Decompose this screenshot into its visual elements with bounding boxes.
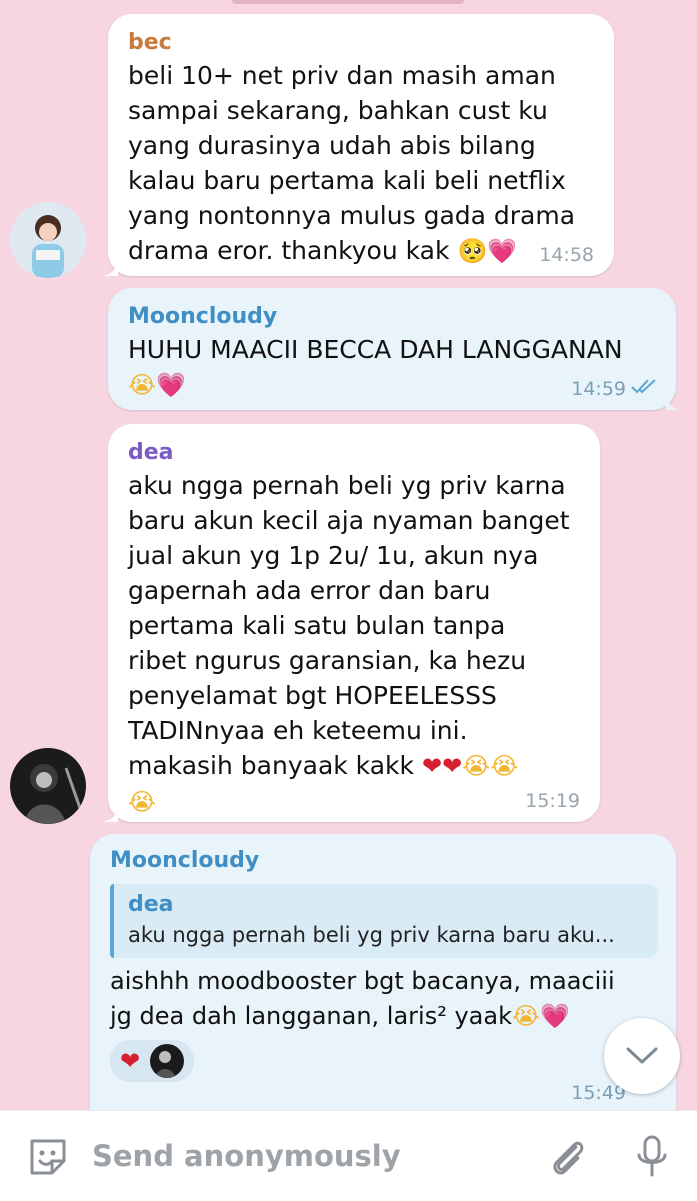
quote-text: aku ngga pernah beli yg priv karna baru …	[128, 923, 615, 947]
top-handle	[232, 0, 464, 4]
message-text: makasih banyaak kakk	[128, 751, 414, 780]
message-line: jg dea dah langganan, laris² yaak😭💗	[110, 999, 658, 1034]
message-line: HUHU MAACII BECCA DAH LANGGANAN	[128, 335, 623, 364]
message-line: TADINnyaa eh keteemu ini.	[128, 716, 468, 745]
message-line: aku ngga pernah beli yg priv karna	[128, 471, 566, 500]
crying-face-emoji: 😭	[511, 1002, 541, 1030]
bubble-tail	[100, 804, 118, 822]
avatar-bec[interactable]	[10, 202, 86, 278]
message-time: 15:19	[525, 790, 580, 812]
chevron-down-icon	[626, 1047, 658, 1064]
crying-face-emoji: 😭	[462, 752, 491, 780]
message-line: 😭💗	[128, 367, 623, 403]
message-line: yang durasinya udah abis bilang	[128, 131, 536, 160]
message-text: jg dea dah langganan, laris² yaak	[110, 1002, 512, 1030]
message-bubble-mooncloudy-reply[interactable]: Mooncloudy dea aku ngga pernah beli yg p…	[90, 834, 676, 1110]
message-line: baru akun kecil aja nyaman banget	[128, 506, 570, 535]
sender-name[interactable]: Mooncloudy	[110, 846, 658, 876]
message-text: drama eror. thankyou kak	[128, 236, 450, 265]
double-check-icon	[630, 378, 658, 398]
message-time: 14:59	[571, 378, 626, 400]
message-line: yang nontonnya mulus gada drama	[128, 201, 576, 230]
red-heart-emoji: ❤	[120, 1047, 141, 1075]
sticker-icon[interactable]	[26, 1135, 70, 1183]
paperclip-icon[interactable]	[546, 1135, 590, 1183]
message-bubble-dea[interactable]: dea aku ngga pernah beli yg priv karna b…	[100, 424, 600, 822]
red-heart-emoji: ❤	[421, 752, 443, 780]
bubble-tail	[100, 258, 118, 276]
reaction-chip[interactable]: ❤	[110, 1040, 195, 1082]
message-line: ribet ngurus garansian, ka hezu	[128, 646, 527, 675]
message-line: drama eror. thankyou kak 🥺💗	[128, 233, 575, 269]
message-line: kalau baru pertama kali beli netflix	[128, 166, 566, 195]
message-input[interactable]: Send anonymously	[92, 1139, 401, 1173]
message-line: jual akun yg 1p 2u/ 1u, akun nya	[128, 541, 539, 570]
scroll-down-button[interactable]	[604, 1018, 680, 1094]
message-bubble-bec[interactable]: bec beli 10+ net priv dan masih aman sam…	[100, 14, 614, 276]
pleading-face-emoji: 🥺	[457, 237, 488, 265]
message-line: makasih banyaak kakk ❤❤😭😭	[128, 748, 570, 784]
crying-face-emoji: 😭	[490, 752, 519, 780]
avatar-dea[interactable]	[10, 748, 86, 824]
pink-heart-emoji: 💗	[487, 237, 518, 265]
message-line: pertama kali satu bulan tanpa	[128, 611, 506, 640]
message-bubble-mooncloudy[interactable]: Mooncloudy HUHU MAACII BECCA DAH LANGGAN…	[108, 288, 684, 410]
message-line: 😭	[128, 784, 570, 820]
message-time: 14:58	[539, 244, 594, 266]
crying-face-emoji: 😭	[128, 371, 157, 399]
red-heart-emoji: ❤	[442, 752, 463, 780]
sender-name[interactable]: Mooncloudy	[128, 302, 623, 332]
sender-name[interactable]: bec	[128, 28, 575, 58]
message-composer: Send anonymously	[0, 1110, 697, 1201]
bubble-tail	[666, 392, 684, 410]
pink-heart-emoji: 💗	[156, 371, 186, 399]
pink-heart-emoji: 💗	[540, 1002, 570, 1030]
quote-sender: dea	[128, 892, 174, 917]
message-line: sampai sekarang, bahkan cust ku	[128, 96, 548, 125]
microphone-icon[interactable]	[632, 1133, 672, 1185]
reply-quote[interactable]: dea aku ngga pernah beli yg priv karna b…	[110, 884, 658, 958]
reactor-avatar	[150, 1044, 185, 1078]
message-line: beli 10+ net priv dan masih aman	[128, 61, 556, 90]
message-line: penyelamat bgt HOPEELESSS	[128, 681, 497, 710]
sender-name[interactable]: dea	[128, 438, 570, 468]
message-line: gapernah ada error dan baru	[128, 576, 491, 605]
message-line: aishhh moodbooster bgt bacanya, maaciii	[110, 967, 615, 995]
crying-face-emoji: 😭	[128, 788, 157, 816]
